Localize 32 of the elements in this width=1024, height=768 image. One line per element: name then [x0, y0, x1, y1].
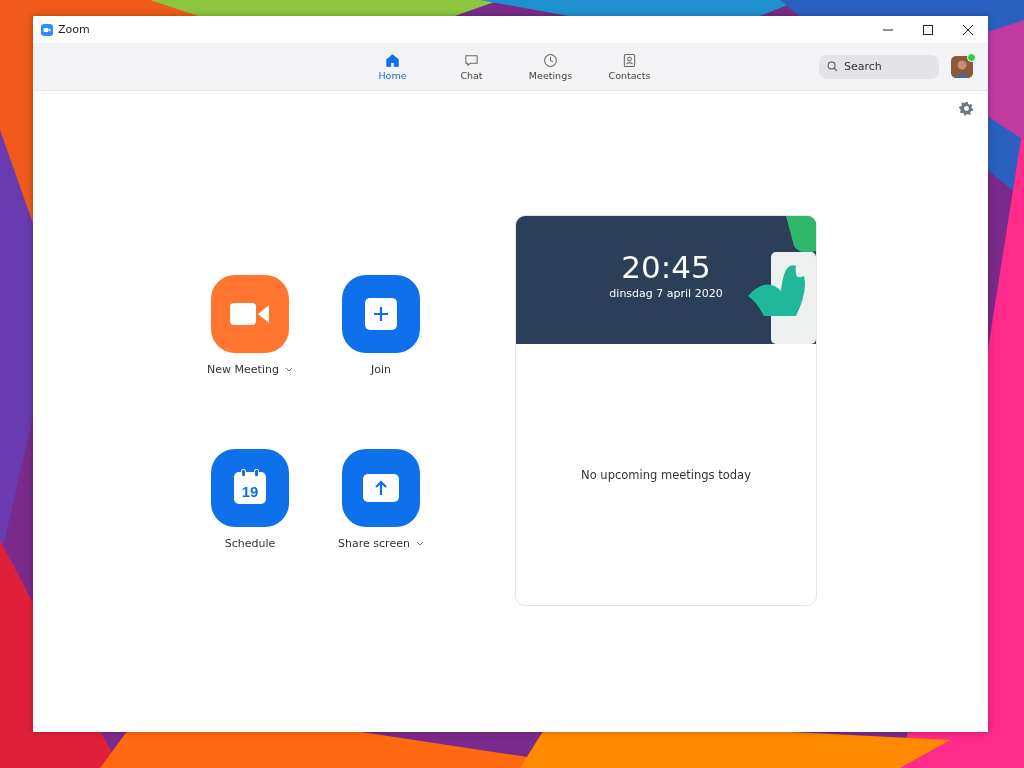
action-label: Share screen [338, 537, 410, 550]
contact-card-icon [622, 52, 637, 68]
caret-icon[interactable] [284, 367, 293, 372]
join-button[interactable] [342, 275, 420, 353]
app-logo-icon [41, 23, 53, 36]
clock-time: 20:45 [621, 250, 711, 285]
search-field[interactable]: Search [819, 54, 939, 79]
window-title: Zoom [58, 23, 90, 36]
action-label: New Meeting [207, 363, 279, 376]
avatar[interactable] [951, 55, 973, 78]
action-label: Schedule [224, 537, 276, 550]
home-icon [385, 52, 400, 68]
schedule-button[interactable]: 19 [211, 449, 289, 527]
caret-icon[interactable] [415, 541, 424, 546]
plus-icon [365, 298, 397, 330]
search-icon [827, 60, 838, 72]
nav-tab[interactable]: Meetings [511, 43, 590, 90]
share-screen-button[interactable] [342, 449, 420, 527]
video-camera-icon [230, 303, 270, 325]
clock-date: dinsdag 7 april 2020 [609, 286, 723, 300]
nav-tab[interactable]: Home [353, 43, 432, 90]
clock-icon [543, 52, 558, 68]
chat-bubble-icon [464, 52, 479, 68]
nav-tab[interactable]: Chat [432, 43, 511, 90]
calendar-icon: 19 [234, 472, 266, 504]
settings-icon[interactable] [959, 101, 974, 116]
nav-tab[interactable]: Contacts [590, 43, 669, 90]
maximize-icon[interactable] [923, 24, 933, 35]
empty-message: No upcoming meetings today [581, 467, 751, 482]
new-meeting-button[interactable] [211, 275, 289, 353]
action-label: Join [371, 363, 391, 376]
close-icon[interactable] [963, 24, 973, 35]
